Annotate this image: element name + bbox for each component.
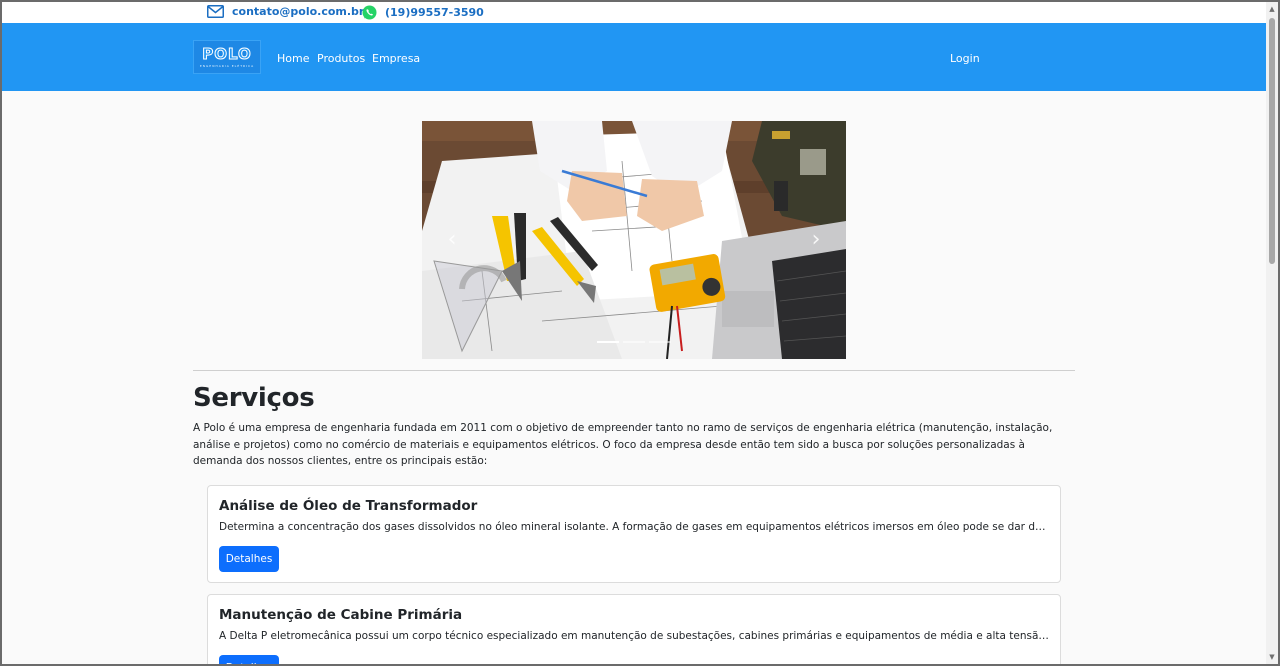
mail-icon (207, 5, 224, 18)
contact-phone-text[interactable]: (19)99557-3590 (385, 6, 484, 19)
carousel-next-button[interactable]: › (804, 226, 828, 254)
section-divider (193, 370, 1075, 371)
details-button[interactable]: Detalhes (219, 655, 279, 664)
contact-phone[interactable]: (19)99557-3590 (362, 5, 484, 20)
carousel-indicator[interactable] (649, 341, 671, 343)
service-card: Análise de Óleo de Transformador Determi… (207, 485, 1061, 583)
carousel-indicator[interactable] (597, 341, 619, 343)
nav-link-empresa[interactable]: Empresa (372, 52, 420, 65)
service-card: Manutenção de Cabine Primária A Delta P … (207, 594, 1061, 664)
carousel-prev-button[interactable]: ‹ (440, 226, 464, 254)
vertical-scrollbar[interactable]: ▲ ▼ (1266, 2, 1278, 664)
nav-link-produtos[interactable]: Produtos (317, 52, 365, 65)
logo-text: POLO (202, 44, 252, 63)
browser-viewport: contato@polo.com.br (19)99557-3590 POLO … (2, 2, 1278, 664)
scroll-down-arrow-icon[interactable]: ▼ (1268, 653, 1276, 661)
nav-link-login[interactable]: Login (950, 52, 980, 65)
image-carousel[interactable]: ‹ › (422, 121, 846, 359)
carousel-indicator[interactable] (623, 341, 645, 343)
contact-email-text[interactable]: contato@polo.com.br (232, 5, 364, 18)
whatsapp-icon (362, 5, 377, 20)
logo[interactable]: POLO ENGENHARIA ELÉTRICA (193, 40, 261, 74)
navbar: POLO ENGENHARIA ELÉTRICA Home Produtos E… (2, 23, 1266, 91)
service-card-description: A Delta P eletromecânica possui um corpo… (219, 630, 1051, 642)
section-intro: A Polo é uma empresa de engenharia funda… (193, 422, 1053, 467)
service-card-description: Determina a concentração dos gases disso… (219, 521, 1051, 533)
details-button[interactable]: Detalhes (219, 546, 279, 572)
contact-bar: contato@polo.com.br (19)99557-3590 (2, 2, 1266, 23)
chevron-right-icon: › (811, 227, 821, 252)
chevron-left-icon: ‹ (447, 227, 457, 252)
nav-link-home[interactable]: Home (277, 52, 309, 65)
scrollbar-thumb[interactable] (1269, 18, 1275, 264)
service-card-title: Análise de Óleo de Transformador (219, 498, 478, 514)
service-card-title: Manutenção de Cabine Primária (219, 607, 463, 623)
section-title: Serviços (193, 383, 315, 413)
contact-email[interactable]: contato@polo.com.br (207, 5, 364, 18)
logo-subtext: ENGENHARIA ELÉTRICA (199, 63, 255, 68)
carousel-slide-image (422, 121, 846, 359)
carousel-indicators (422, 341, 846, 343)
scroll-up-arrow-icon[interactable]: ▲ (1268, 5, 1276, 13)
